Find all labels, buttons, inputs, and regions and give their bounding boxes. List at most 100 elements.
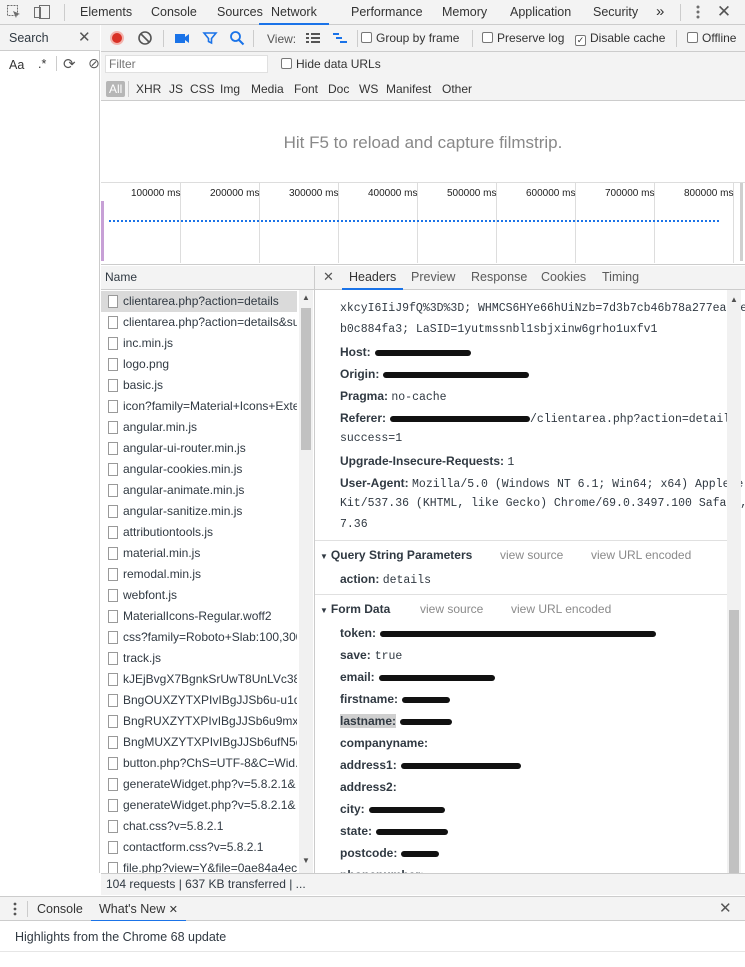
request-row[interactable]: BngOUXZYTXPIvIBgJJSb6u-u1qe. [101,690,297,711]
timeline-window-right-handle[interactable] [740,183,743,261]
tab-cookies[interactable]: Cookies [541,266,586,290]
close-detail-icon[interactable]: ✕ [323,269,334,285]
close-devtools-icon[interactable]: ✕ [716,2,732,22]
type-filter-all[interactable]: All [106,81,126,97]
clear-search-icon[interactable]: ⊘ [88,55,100,72]
screenshot-camera-icon[interactable] [174,31,190,45]
drawer-menu-icon[interactable] [10,901,20,917]
request-row[interactable]: angular-animate.min.js [101,480,297,501]
offline-checkbox[interactable]: Offline [687,31,736,45]
tab-application[interactable]: Application [510,0,571,25]
inspect-element-icon[interactable] [6,4,22,20]
type-filter-other[interactable]: Other [442,81,472,97]
type-filter-ws[interactable]: WS [359,81,378,97]
type-filter-css[interactable]: CSS [190,81,215,97]
request-row[interactable]: icon?family=Material+Icons+Exte [101,396,297,417]
type-filter-js[interactable]: JS [169,81,183,97]
request-row[interactable]: attributiontools.js [101,522,297,543]
checkbox-box[interactable] [482,32,493,43]
request-row[interactable]: angular-sanitize.min.js [101,501,297,522]
request-row[interactable]: track.js [101,648,297,669]
timeline-window-left-handle[interactable] [101,201,104,261]
tab-headers[interactable]: Headers [342,266,404,290]
tab-performance[interactable]: Performance [351,0,423,25]
filter-funnel-icon[interactable] [202,30,218,46]
regex-toggle[interactable]: .* [38,57,46,71]
request-row[interactable]: logo.png [101,354,297,375]
query-view-source-link[interactable]: view source [500,548,563,562]
filter-input[interactable] [105,55,268,73]
request-row[interactable]: BngRUXZYTXPIvIBgJJSb6u9mxLC [101,711,297,732]
tab-response[interactable]: Response [471,266,527,290]
scroll-up-arrow[interactable]: ▲ [730,295,738,304]
request-row[interactable]: MaterialIcons-Regular.woff2 [101,606,297,627]
tab-network[interactable]: Network [259,0,329,25]
large-rows-icon[interactable] [305,31,321,45]
hide-data-urls-checkbox[interactable]: Hide data URLs [281,57,381,71]
tab-console[interactable]: Console [151,0,197,25]
request-row[interactable]: remodal.min.js [101,564,297,585]
close-drawer-icon[interactable]: ✕ [719,899,732,917]
type-filter-doc[interactable]: Doc [328,81,349,97]
kebab-menu-icon[interactable] [690,4,706,20]
form-view-source-link[interactable]: view source [420,602,483,616]
request-row[interactable]: webfont.js [101,585,297,606]
checkbox-box[interactable] [687,32,698,43]
request-row[interactable]: clientarea.php?action=details&su [101,312,297,333]
drawer-tab-console[interactable]: Console [37,897,83,922]
checkbox-box[interactable] [361,32,372,43]
scrollbar-thumb[interactable] [729,610,739,873]
close-search-icon[interactable]: ✕ [78,28,91,46]
form-data-section-toggle[interactable]: ▼ Form Data [320,602,390,616]
name-column-header[interactable]: Name [101,266,314,290]
checkbox-box[interactable] [281,58,292,69]
scroll-down-arrow[interactable]: ▼ [302,856,310,865]
drawer-tab-whats-new[interactable]: What's New ✕ [91,897,186,922]
form-view-url-encoded-link[interactable]: view URL encoded [511,602,611,616]
device-toolbar-icon[interactable] [33,4,51,20]
record-button[interactable] [110,31,124,45]
scrollbar-thumb[interactable] [301,308,311,450]
waterfall-view-icon[interactable] [332,31,348,45]
request-row[interactable]: button.php?ChS=UTF-8&C=Wid. [101,753,297,774]
more-tabs-button[interactable]: » [656,0,664,25]
group-by-frame-checkbox[interactable]: Group by frame [361,31,459,45]
request-row[interactable]: angular-cookies.min.js [101,459,297,480]
tab-sources[interactable]: Sources [217,0,263,25]
request-list-scrollbar[interactable]: ▲ ▼ [299,290,313,873]
type-filter-xhr[interactable]: XHR [136,81,161,97]
match-case-toggle[interactable]: Aa [9,58,24,72]
tab-security[interactable]: Security [593,0,638,25]
request-row[interactable]: angular.min.js [101,417,297,438]
query-view-url-encoded-link[interactable]: view URL encoded [591,548,691,562]
preserve-log-checkbox[interactable]: Preserve log [482,31,564,45]
request-row[interactable]: chat.css?v=5.8.2.1 [101,816,297,837]
close-tab-icon[interactable]: ✕ [169,904,178,916]
detail-scrollbar[interactable]: ▲ ▼ [727,290,741,873]
request-row[interactable]: clientarea.php?action=details [101,291,297,312]
query-string-section-toggle[interactable]: ▼ Query String Parameters [320,548,472,562]
type-filter-media[interactable]: Media [251,81,284,97]
search-icon[interactable] [229,30,245,46]
checkbox-checked[interactable]: ✓ [575,35,586,46]
clear-log-icon[interactable] [137,30,153,46]
request-row[interactable]: material.min.js [101,543,297,564]
tab-memory[interactable]: Memory [442,0,487,25]
request-row[interactable]: contactform.css?v=5.8.2.1 [101,837,297,858]
type-filter-img[interactable]: Img [220,81,240,97]
request-row[interactable]: generateWidget.php?v=5.8.2.1& [101,774,297,795]
request-row[interactable]: generateWidget.php?v=5.8.2.1& [101,795,297,816]
refresh-search-icon[interactable]: ⟳ [63,55,76,73]
tab-elements[interactable]: Elements [80,0,132,25]
timeline-overview[interactable]: 100000 ms 200000 ms 300000 ms 400000 ms 5000… [101,183,745,265]
request-row[interactable]: BngMUXZYTXPIvIBgJJSb6ufN5qU [101,732,297,753]
request-row[interactable]: angular-ui-router.min.js [101,438,297,459]
request-row[interactable]: basic.js [101,375,297,396]
request-row[interactable]: kJEjBvgX7BgnkSrUwT8UnLVc38Y [101,669,297,690]
type-filter-manifest[interactable]: Manifest [386,81,431,97]
request-row[interactable]: inc.min.js [101,333,297,354]
request-row[interactable]: css?family=Roboto+Slab:100,300 [101,627,297,648]
tab-timing[interactable]: Timing [602,266,639,290]
type-filter-font[interactable]: Font [294,81,318,97]
request-row[interactable]: file.php?view=Y&file=0ae84a4ec [101,858,297,873]
